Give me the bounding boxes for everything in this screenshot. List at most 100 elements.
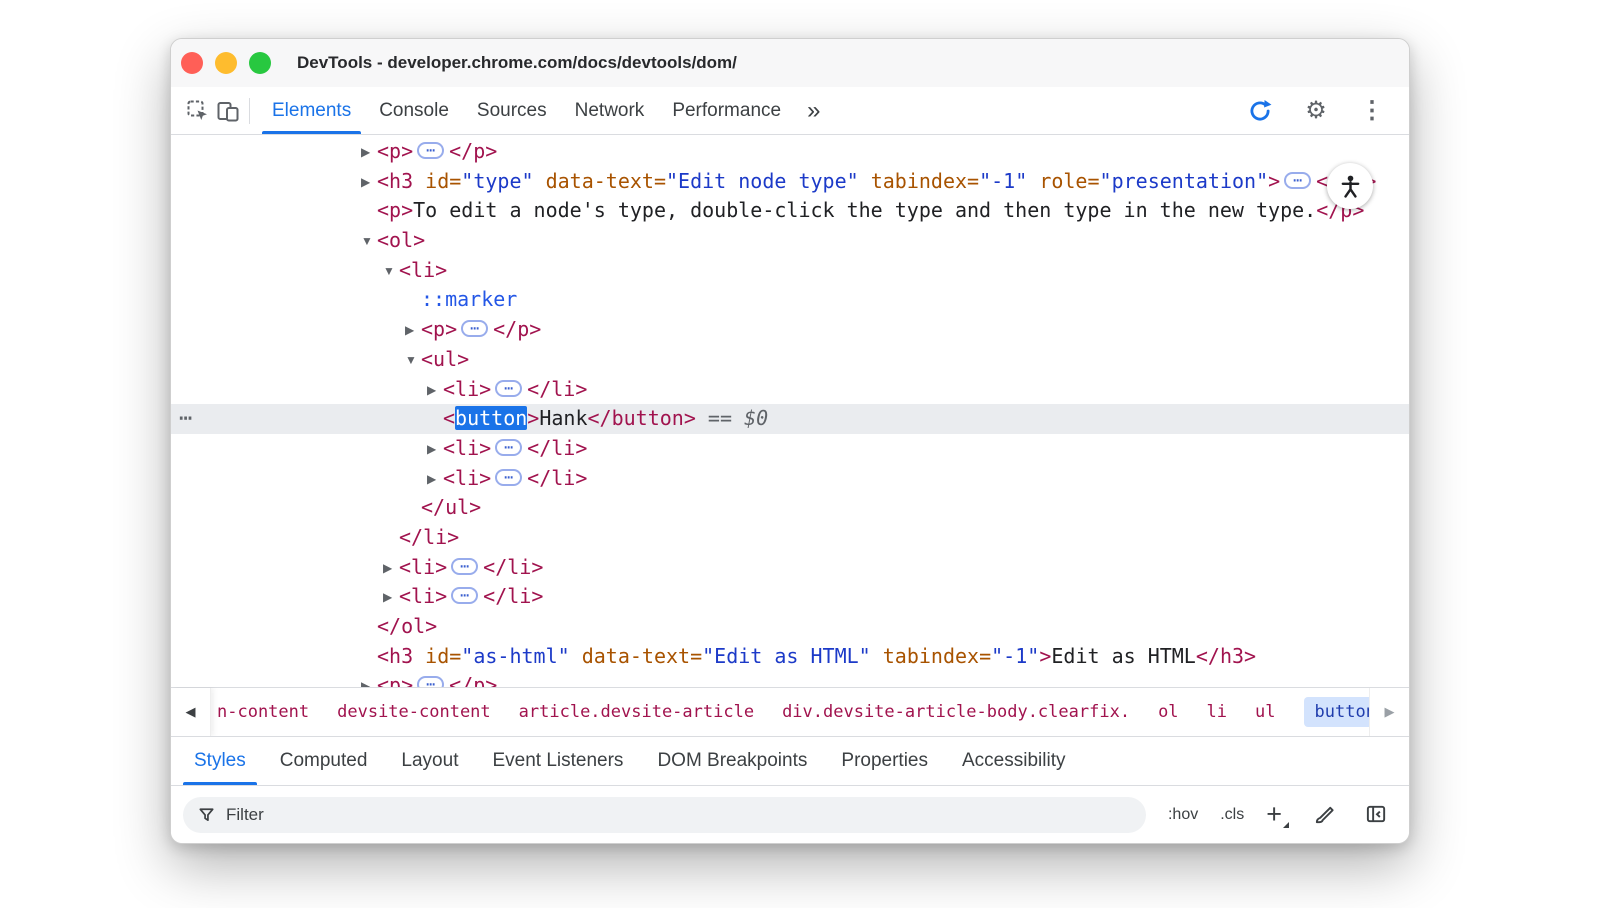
tab-console[interactable]: Console — [365, 87, 463, 134]
token-tag: <li> — [443, 466, 491, 490]
filter-field[interactable] — [183, 797, 1146, 833]
new-style-rule-button[interactable]: + — [1266, 801, 1287, 828]
breadcrumb-item-devsite-content[interactable]: devsite-content — [337, 702, 491, 722]
tab-elements[interactable]: Elements — [258, 87, 365, 134]
toggle-sidebar-icon[interactable] — [1361, 800, 1391, 830]
expand-arrow-icon[interactable]: ▶ — [383, 583, 399, 613]
device-toolbar-button[interactable] — [213, 96, 243, 126]
accessibility-icon[interactable] — [1327, 163, 1373, 209]
dom-tree-node[interactable]: ▶<li>⋯</li> — [171, 375, 1409, 405]
expand-arrow-icon[interactable]: ▶ — [405, 316, 421, 346]
token-tag: </p> — [493, 317, 541, 341]
inline-expand-icon[interactable]: ⋯ — [417, 676, 444, 687]
expand-arrow-icon[interactable]: ▼ — [405, 346, 421, 376]
token-tag: <li> — [399, 258, 447, 282]
breadcrumb-item-div-devsite-article-body-clearfix[interactable]: div.devsite-article-body.clearfix. — [782, 702, 1130, 722]
breadcrumb-scroll-left-button[interactable]: ◀ — [171, 688, 211, 736]
node-more-menu-icon[interactable]: ⋯ — [179, 408, 192, 430]
expand-arrow-icon[interactable]: ▶ — [427, 376, 443, 406]
dom-tree-node[interactable]: ▼<li> — [171, 256, 1409, 286]
tab-dom-breakpoints[interactable]: DOM Breakpoints — [640, 737, 824, 785]
brush-icon[interactable] — [1309, 800, 1339, 830]
dom-tree-node[interactable]: ▶<p>⋯</p> — [171, 671, 1409, 687]
breadcrumb-item-n-content[interactable]: n-content — [217, 702, 309, 722]
expand-arrow-icon[interactable]: ▼ — [361, 227, 377, 257]
dom-tree-node[interactable]: ▼<ul> — [171, 345, 1409, 375]
titlebar[interactable]: DevTools - developer.chrome.com/docs/dev… — [171, 39, 1409, 87]
breadcrumb-item-article-devsite-article[interactable]: article.devsite-article — [519, 702, 754, 722]
traffic-lights — [181, 52, 271, 74]
token-eq: == — [696, 406, 744, 430]
breadcrumb-bar: ◀ n-content devsite-content article.devsit… — [171, 687, 1409, 736]
minimize-button[interactable] — [215, 52, 237, 74]
dom-tree-node[interactable]: ▶<p>⋯</p> — [171, 315, 1409, 345]
styles-filter-bar: :hov .cls + — [171, 785, 1409, 843]
inline-expand-icon[interactable]: ⋯ — [495, 469, 522, 486]
tab-network[interactable]: Network — [561, 87, 659, 134]
close-button[interactable] — [181, 52, 203, 74]
token-an: role= — [1039, 169, 1099, 193]
inline-expand-icon[interactable]: ⋯ — [417, 142, 444, 159]
expand-arrow-icon[interactable]: ▶ — [427, 465, 443, 495]
kebab-menu-icon[interactable]: ⋮ — [1357, 96, 1387, 126]
tab-properties[interactable]: Properties — [824, 737, 945, 785]
breadcrumb-scroll-right-button[interactable]: ▶ — [1369, 688, 1409, 736]
tab-sources[interactable]: Sources — [463, 87, 561, 134]
expand-arrow-icon[interactable]: ▶ — [361, 168, 377, 198]
inline-expand-icon[interactable]: ⋯ — [461, 320, 488, 337]
dom-tree-node[interactable]: ▶<h3 id="type" data-text="Edit node type… — [171, 167, 1409, 197]
dom-tree-node[interactable]: ▶<li>⋯</li> — [171, 464, 1409, 494]
expand-arrow-icon[interactable]: ▶ — [383, 554, 399, 584]
tab-accessibility[interactable]: Accessibility — [945, 737, 1082, 785]
device-toolbar-icon — [216, 99, 240, 123]
settings-gear-icon[interactable]: ⚙ — [1301, 96, 1331, 126]
token-tag: </p> — [449, 673, 497, 687]
expand-arrow-icon[interactable]: ▶ — [427, 435, 443, 465]
token-tag: </p> — [449, 139, 497, 163]
dom-tree-node[interactable]: ::marker — [171, 285, 1409, 315]
breadcrumb-item-ul[interactable]: ul — [1255, 702, 1275, 722]
toolbar-right: ⚙ ⋮ — [1245, 96, 1395, 126]
expand-arrow-icon[interactable]: ▶ — [361, 138, 377, 168]
expand-arrow-icon[interactable]: ▶ — [361, 672, 377, 687]
tab-styles[interactable]: Styles — [177, 737, 263, 785]
breadcrumb-item-li[interactable]: li — [1207, 702, 1227, 722]
tab-computed[interactable]: Computed — [263, 737, 385, 785]
token-an: id= — [425, 169, 461, 193]
inline-expand-icon[interactable]: ⋯ — [495, 380, 522, 397]
dom-tree-node[interactable]: ▶<li>⋯</li> — [171, 553, 1409, 583]
dom-tree-node[interactable]: ▶<li>⋯</li> — [171, 582, 1409, 612]
inline-expand-icon[interactable]: ⋯ — [495, 439, 522, 456]
tab-performance[interactable]: Performance — [658, 87, 795, 134]
toggle-element-state-button[interactable]: :hov — [1168, 806, 1198, 824]
expand-arrow-icon[interactable]: ▼ — [383, 257, 399, 287]
element-classes-button[interactable]: .cls — [1220, 806, 1244, 824]
inline-expand-icon[interactable]: ⋯ — [1284, 172, 1311, 189]
more-tabs-button[interactable]: » — [795, 99, 832, 123]
token-tag: </li> — [399, 525, 459, 549]
token-an: id= — [425, 644, 461, 668]
inspect-element-button[interactable] — [183, 96, 213, 126]
token-tag: </h3> — [1196, 644, 1256, 668]
token-tag: <p> — [377, 198, 413, 222]
sync-button[interactable] — [1245, 96, 1275, 126]
dom-tree-node[interactable]: ▶<li>⋯</li> — [171, 434, 1409, 464]
dom-tree-node[interactable]: ▼<ol> — [171, 226, 1409, 256]
inline-expand-icon[interactable]: ⋯ — [451, 558, 478, 575]
tab-event-listeners[interactable]: Event Listeners — [475, 737, 640, 785]
tab-layout[interactable]: Layout — [384, 737, 475, 785]
token-av: "presentation" — [1100, 169, 1269, 193]
inline-expand-icon[interactable]: ⋯ — [451, 587, 478, 604]
breadcrumb-item-ol[interactable]: ol — [1158, 702, 1178, 722]
dom-tree-node[interactable]: <p>To edit a node's type, double-click t… — [171, 196, 1409, 226]
dom-tree-node[interactable]: </ul> — [171, 493, 1409, 523]
dom-tree-node[interactable]: ⋯<button>Hank</button> == $0 — [171, 404, 1409, 434]
dom-tree-node[interactable]: </li> — [171, 523, 1409, 553]
dom-tree-node[interactable]: <h3 id="as-html" data-text="Edit as HTML… — [171, 642, 1409, 672]
dom-tree-node[interactable]: ▶<p>⋯</p> — [171, 137, 1409, 167]
token-dollar: $0 — [744, 406, 768, 430]
breadcrumb-item-button[interactable]: button — [1304, 697, 1369, 727]
filter-input[interactable] — [226, 805, 1132, 825]
dom-tree-node[interactable]: </ol> — [171, 612, 1409, 642]
maximize-button[interactable] — [249, 52, 271, 74]
